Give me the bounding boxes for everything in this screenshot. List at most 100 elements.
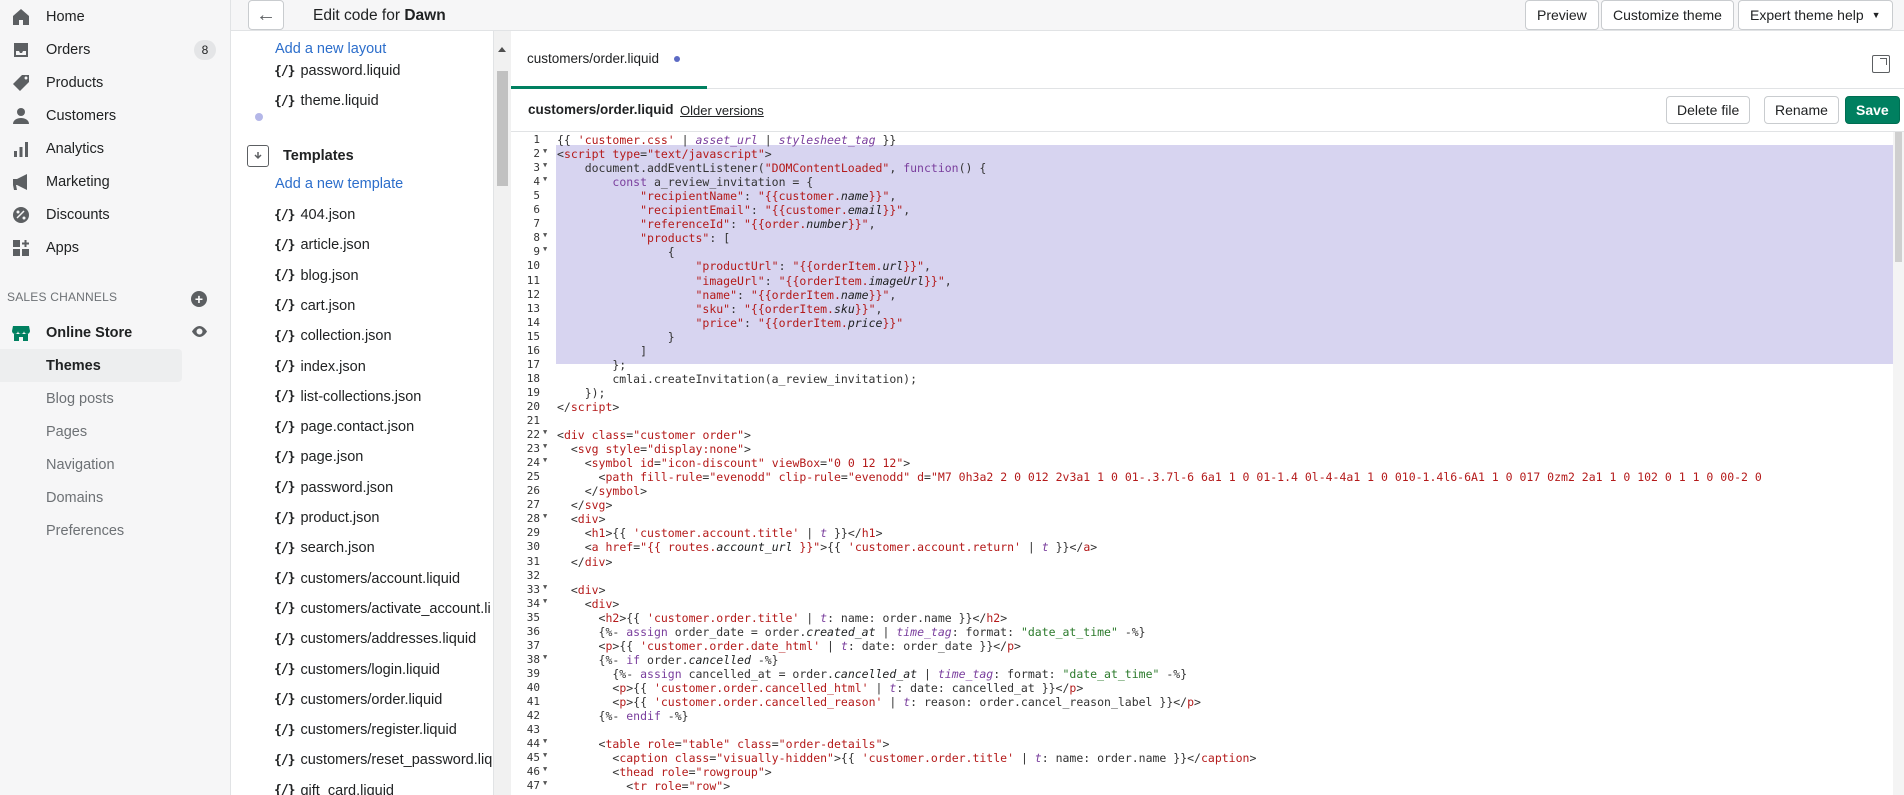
nav-item-marketing[interactable]: Marketing [0,165,220,198]
tree-file[interactable]: {/} blog.json [274,261,359,291]
tree-file[interactable]: {/} customers/register.liquid [274,715,457,745]
sub-item-pages[interactable]: Pages [0,415,182,448]
code-line[interactable]: 26 </symbol> [511,484,1893,498]
code-line[interactable]: 35 <h2>{{ 'customer.order.title' | t: na… [511,611,1893,625]
delete-file-button[interactable]: Delete file [1666,96,1751,124]
code-line[interactable]: 16 ] [511,344,1893,358]
code-line[interactable]: 19 }); [511,386,1893,400]
fold-arrow-icon[interactable]: ▼ [543,456,547,464]
fold-arrow-icon[interactable]: ▼ [543,597,547,605]
tree-file[interactable]: {/} cart.json [274,291,355,321]
code-line[interactable]: 21 [511,414,1893,428]
fold-arrow-icon[interactable]: ▼ [543,175,547,183]
sub-item-domains[interactable]: Domains [0,481,182,514]
tree-file[interactable]: {/} customers/order.liquid [274,685,442,715]
fold-arrow-icon[interactable]: ▼ [543,231,547,239]
code-area[interactable]: 1 {{ 'customer.css' | asset_url | stylesh… [511,132,1904,795]
nav-item-home[interactable]: Home [0,0,220,33]
sub-item-preferences[interactable]: Preferences [0,514,182,547]
tree-file[interactable]: {/} index.json [274,352,366,382]
tree-file[interactable]: {/} customers/addresses.liquid [274,624,476,654]
code-line[interactable]: 44 ▼ <table role="table" class="order-det… [511,737,1893,751]
code-line[interactable]: 5 "recipientName": "{{customer.name}}", [511,189,1893,203]
tree-file[interactable]: {/} product.json [274,503,379,533]
older-versions-link[interactable]: Older versions [680,103,764,118]
tree-file[interactable]: {/} password.liquid [274,56,400,86]
tree-file[interactable]: {/} page.contact.json [274,412,414,442]
code-line[interactable]: 12 "name": "{{orderItem.name}}", [511,288,1893,302]
code-line[interactable]: 34 ▼ <div> [511,597,1893,611]
scroll-thumb[interactable] [497,71,508,186]
tree-file[interactable]: {/} 404.json [274,200,355,230]
tree-file[interactable]: {/} page.json [274,442,363,472]
code-line[interactable]: 43 [511,723,1893,737]
code-line[interactable]: 8 ▼ "products": [ [511,231,1893,245]
code-line[interactable]: 23 ▼ <svg style="display:none"> [511,442,1893,456]
code-line[interactable]: 10 "productUrl": "{{orderItem.url}}", [511,259,1893,273]
sub-item-navigation[interactable]: Navigation [0,448,182,481]
code-line[interactable]: 42 {%- endif -%} [511,709,1893,723]
fold-arrow-icon[interactable]: ▼ [543,245,547,253]
fold-arrow-icon[interactable]: ▼ [543,428,547,436]
code-line[interactable]: 30 <a href="{{ routes.account_url }}">{{… [511,540,1893,554]
expand-icon[interactable] [1872,55,1890,73]
rename-button[interactable]: Rename [1764,96,1839,124]
code-scrollbar[interactable] [1893,132,1904,795]
nav-item-analytics[interactable]: Analytics [0,132,220,165]
save-button[interactable]: Save [1845,96,1900,124]
back-button[interactable]: ← [248,0,284,30]
tree-file[interactable]: {/} customers/reset_password.liq [274,745,492,775]
code-line[interactable]: 14 "price": "{{orderItem.price}}" [511,316,1893,330]
fold-arrow-icon[interactable]: ▼ [543,751,547,759]
code-line[interactable]: 24 ▼ <symbol id="icon-discount" viewBox="… [511,456,1893,470]
preview-button[interactable]: Preview [1525,0,1599,30]
code-line[interactable]: 27 </svg> [511,498,1893,512]
tree-file[interactable]: {/} article.json [274,230,370,260]
nav-item-orders[interactable]: Orders 8 [0,33,220,66]
tree-file[interactable]: {/} list-collections.json [274,382,421,412]
code-line[interactable]: 18 cmlai.createInvitation(a_review_invit… [511,372,1893,386]
add-sales-channel-button[interactable]: + [191,291,207,307]
code-line[interactable]: 4 ▼ const a_review_invitation = { [511,175,1893,189]
sub-item-themes[interactable]: Themes [0,349,182,382]
tree-file[interactable]: {/} gift_card.liquid [274,776,394,795]
expert-help-button[interactable]: Expert theme help ▼ [1738,0,1893,30]
code-line[interactable]: 13 "sku": "{{orderItem.sku}}", [511,302,1893,316]
code-line[interactable]: 29 <h1>{{ 'customer.account.title' | t }… [511,526,1893,540]
tree-file[interactable]: {/} theme.liquid [274,86,379,116]
code-line[interactable]: 32 [511,569,1893,583]
customize-theme-button[interactable]: Customize theme [1601,0,1734,30]
tree-file[interactable]: {/} search.json [274,533,375,563]
code-line[interactable]: 17 }; [511,358,1893,372]
nav-item-apps[interactable]: Apps [0,231,220,264]
fold-arrow-icon[interactable]: ▼ [543,653,547,661]
fold-arrow-icon[interactable]: ▼ [543,442,547,450]
tree-file[interactable]: {/} customers/account.liquid [274,564,460,594]
fold-arrow-icon[interactable]: ▼ [543,583,547,591]
code-line[interactable]: 38 ▼ {%- if order.cancelled -%} [511,653,1893,667]
sub-item-blog-posts[interactable]: Blog posts [0,382,182,415]
eye-icon[interactable] [191,326,208,337]
nav-item-products[interactable]: Products [0,66,220,99]
code-line[interactable]: 6 "recipientEmail": "{{customer.email}}"… [511,203,1893,217]
fold-arrow-icon[interactable]: ▼ [543,512,547,520]
code-line[interactable]: 2 ▼ <script type="text/javascript"> [511,147,1893,161]
code-line[interactable]: 37 <p>{{ 'customer.order.date_html' | t:… [511,639,1893,653]
tree-file[interactable]: {/} collection.json [274,321,392,351]
code-line[interactable]: 36 {%- assign order_date = order.created… [511,625,1893,639]
scroll-up-arrow-icon[interactable] [498,47,506,52]
code-line[interactable]: 40 <p>{{ 'customer.order.cancelled_html'… [511,681,1893,695]
templates-heading[interactable]: Templates [247,145,354,167]
code-line[interactable]: 9 ▼ { [511,245,1893,259]
fold-arrow-icon[interactable]: ▼ [543,737,547,745]
code-line[interactable]: 25 <path fill-rule="evenodd" clip-rule="… [511,470,1893,484]
code-line[interactable]: 7 "referenceId": "{{order.number}}", [511,217,1893,231]
add-template-link[interactable]: Add a new template [275,176,403,192]
nav-item-discounts[interactable]: Discounts [0,198,220,231]
code-line[interactable]: 41 <p>{{ 'customer.order.cancelled_reaso… [511,695,1893,709]
file-tree-scrollbar[interactable] [494,31,511,795]
tree-file[interactable]: {/} customers/login.liquid [274,655,440,685]
fold-arrow-icon[interactable]: ▼ [543,147,547,155]
tree-file[interactable]: {/} customers/activate_account.li [274,594,491,624]
code-scroll-thumb[interactable] [1895,132,1902,262]
